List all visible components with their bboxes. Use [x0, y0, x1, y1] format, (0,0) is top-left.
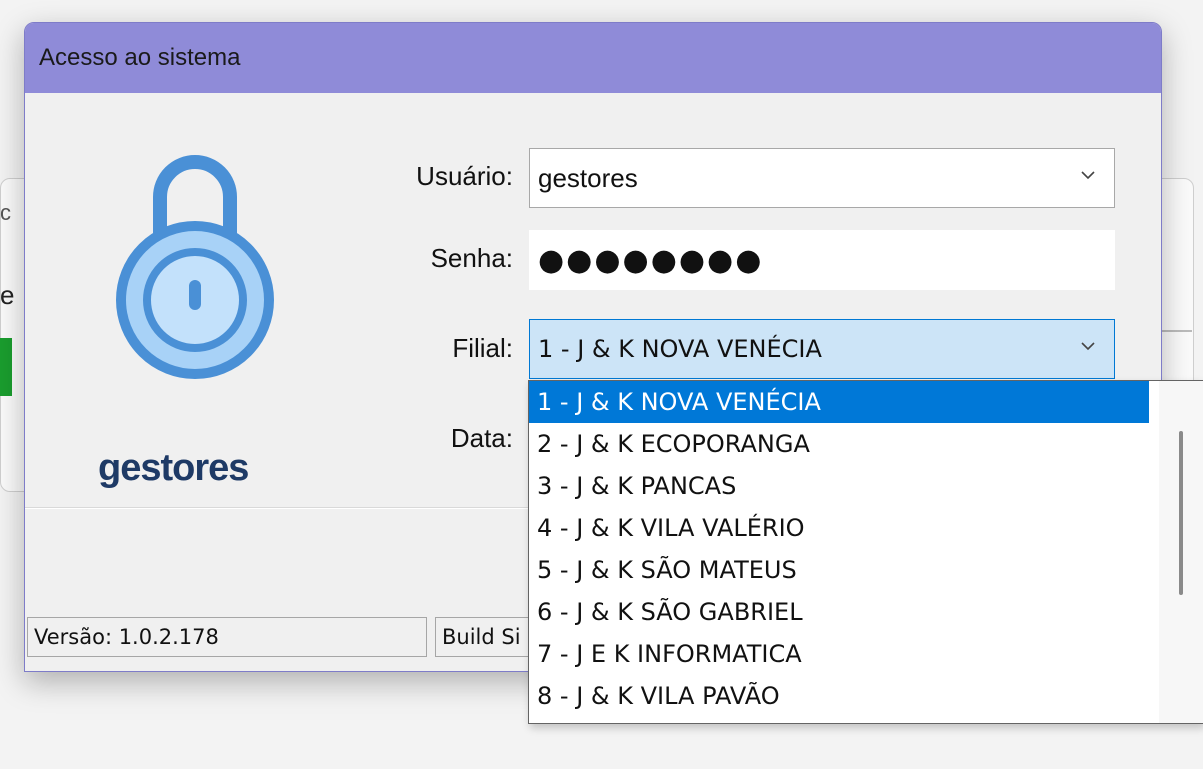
- dropdown-option[interactable]: 2 - J & K ECOPORANGA: [529, 423, 1149, 465]
- dropdown-option[interactable]: 3 - J & K PANCAS: [529, 465, 1149, 507]
- chevron-down-icon[interactable]: [1076, 334, 1100, 358]
- background-green-bar: [0, 338, 12, 396]
- data-label: Data:: [450, 423, 513, 453]
- build-panel: Build Si: [435, 617, 535, 657]
- filial-value: 1 - J & K NOVA VENÉCIA: [538, 335, 822, 363]
- brand-logo: gestores: [98, 447, 249, 489]
- senha-masked-value: ●●●●●●●●: [538, 242, 764, 278]
- dialog-title: Acesso ao sistema: [39, 44, 241, 71]
- background-divider: [1160, 330, 1192, 332]
- filial-dropdown-list[interactable]: 1 - J & K NOVA VENÉCIA 2 - J & K ECOPORA…: [528, 380, 1203, 724]
- background-text-fragment: c: [0, 200, 11, 225]
- background-text-fragment: e: [0, 280, 15, 310]
- dropdown-option[interactable]: 1 - J & K NOVA VENÉCIA: [529, 381, 1149, 423]
- usuario-combobox[interactable]: gestores: [529, 148, 1115, 208]
- dropdown-option[interactable]: 6 - J & K SÃO GABRIEL: [529, 591, 1149, 633]
- chevron-down-icon[interactable]: [1076, 163, 1100, 187]
- padlock-icon: [116, 155, 274, 379]
- usuario-value: gestores: [538, 162, 638, 193]
- filial-label: Filial:: [452, 333, 513, 363]
- version-panel: Versão: 1.0.2.178: [27, 617, 427, 657]
- dialog-titlebar[interactable]: Acesso ao sistema: [25, 23, 1161, 93]
- dropdown-option[interactable]: 4 - J & K VILA VALÉRIO: [529, 507, 1149, 549]
- senha-label: Senha:: [430, 243, 513, 273]
- filial-combobox[interactable]: 1 - J & K NOVA VENÉCIA: [529, 319, 1115, 379]
- dropdown-scrollbar[interactable]: [1159, 381, 1203, 723]
- scrollbar-thumb[interactable]: [1179, 431, 1183, 595]
- senha-input[interactable]: ●●●●●●●●: [529, 230, 1115, 290]
- dropdown-option[interactable]: 8 - J & K VILA PAVÃO: [529, 675, 1149, 717]
- dropdown-option[interactable]: 5 - J & K SÃO MATEUS: [529, 549, 1149, 591]
- usuario-label: Usuário:: [416, 161, 513, 191]
- dropdown-option[interactable]: 7 - J E K INFORMATICA: [529, 633, 1149, 675]
